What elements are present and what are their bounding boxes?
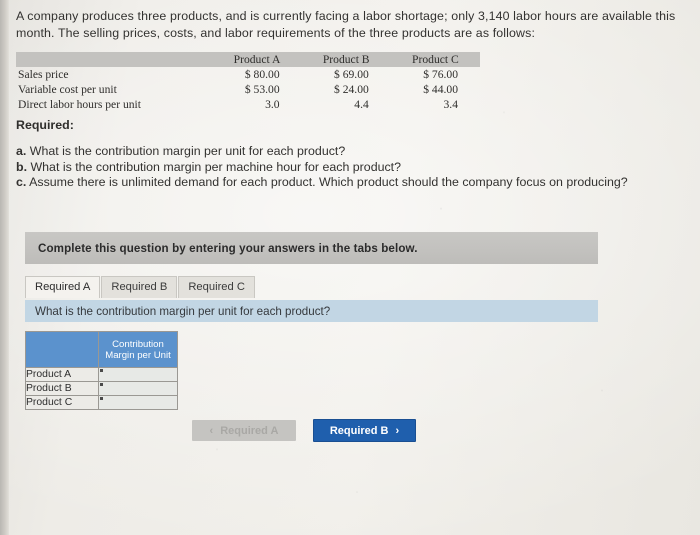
cell-variable-cost-c: $ 44.00 <box>423 83 458 96</box>
previous-required-a-button[interactable]: ‹ Required A <box>192 420 296 441</box>
table-col-header-product-a: Product A <box>233 53 281 66</box>
answer-grid-column-header: Contribution Margin per Unit <box>98 331 178 368</box>
required-heading: Required: <box>16 118 74 132</box>
cell-marker-icon <box>100 369 103 372</box>
cell-marker-icon <box>100 383 103 386</box>
instruction-banner-text: Complete this question by entering your … <box>38 241 418 255</box>
requirement-tabs: Required A Required B Required C <box>25 276 256 298</box>
table-header-row: Product A Product B Product C <box>16 52 480 67</box>
cell-labor-hours-a: 3.0 <box>265 98 280 111</box>
answer-row-label-product-b: Product B <box>25 381 99 396</box>
cell-sales-price-a: $ 80.00 <box>244 68 280 81</box>
chevron-right-icon: › <box>395 424 400 437</box>
tab-required-c[interactable]: Required C <box>178 276 255 298</box>
answer-input-product-c[interactable] <box>98 395 178 410</box>
table-row: Direct labor hours per unit 3.0 4.4 3.4 <box>16 97 480 112</box>
cell-variable-cost-b: $ 24.00 <box>334 83 369 96</box>
answer-input-product-b[interactable] <box>98 381 178 396</box>
answer-grid-header-row: Contribution Margin per Unit <box>25 331 178 368</box>
answer-grid-row: Product B <box>25 381 178 396</box>
answer-grid-row: Product A <box>25 367 178 382</box>
required-item-b: b. What is the contribution margin per m… <box>16 160 680 176</box>
answer-grid-corner-cell <box>25 331 99 368</box>
cell-variable-cost-a: $ 53.00 <box>244 83 280 96</box>
answer-row-label-product-a: Product A <box>25 367 99 382</box>
row-label-variable-cost: Variable cost per unit <box>18 83 117 96</box>
answer-grid-row: Product C <box>25 395 178 410</box>
required-text-b: What is the contribution margin per mach… <box>30 159 402 174</box>
problem-intro-text: A company produces three products, and i… <box>16 9 676 40</box>
answer-grid: Contribution Margin per Unit Product A P… <box>25 331 178 410</box>
table-col-header-product-c: Product C <box>412 53 459 66</box>
instruction-banner: Complete this question by entering your … <box>25 232 598 264</box>
previous-button-label: Required A <box>220 424 279 437</box>
required-item-a: a. What is the contribution margin per u… <box>16 144 680 160</box>
required-item-c: c. Assume there is unlimited demand for … <box>16 175 680 191</box>
table-row: Sales price $ 80.00 $ 69.00 $ 76.00 <box>16 67 480 82</box>
tab-required-b[interactable]: Required B <box>101 276 178 298</box>
question-prompt-text: What is the contribution margin per unit… <box>35 304 331 318</box>
required-marker-b: b. <box>16 159 28 174</box>
cell-labor-hours-b: 4.4 <box>354 98 369 111</box>
table-corner-cell <box>16 52 212 67</box>
required-text-c: Assume there is unlimited demand for eac… <box>29 175 628 189</box>
cell-sales-price-b: $ 69.00 <box>334 68 369 81</box>
question-content: A company produces three products, and i… <box>0 0 700 535</box>
table-row: Variable cost per unit $ 53.00 $ 24.00 $… <box>16 82 480 97</box>
question-prompt-bar: What is the contribution margin per unit… <box>25 300 598 322</box>
row-label-direct-labor-hours: Direct labor hours per unit <box>18 98 141 111</box>
next-required-b-button[interactable]: Required B › <box>313 419 416 442</box>
cell-labor-hours-c: 3.4 <box>443 98 459 111</box>
answer-input-product-a[interactable] <box>98 367 178 382</box>
required-marker-a: a. <box>16 144 27 158</box>
navigation-buttons: ‹ Required A Required B › <box>192 419 416 442</box>
row-label-sales-price: Sales price <box>18 68 69 81</box>
required-text-a: What is the contribution margin per unit… <box>29 144 346 158</box>
given-data-table: Product A Product B Product C Sales pric… <box>16 52 480 112</box>
chevron-left-icon: ‹ <box>209 424 214 437</box>
required-marker-c: c. <box>16 175 27 189</box>
cell-marker-icon <box>100 397 103 400</box>
table-col-header-product-b: Product B <box>322 53 370 66</box>
cell-sales-price-c: $ 76.00 <box>423 68 458 81</box>
answer-row-label-product-c: Product C <box>25 395 99 410</box>
next-button-label: Required B <box>329 424 389 437</box>
required-items-list: a. What is the contribution margin per u… <box>16 144 680 191</box>
tab-required-a[interactable]: Required A <box>25 276 101 298</box>
